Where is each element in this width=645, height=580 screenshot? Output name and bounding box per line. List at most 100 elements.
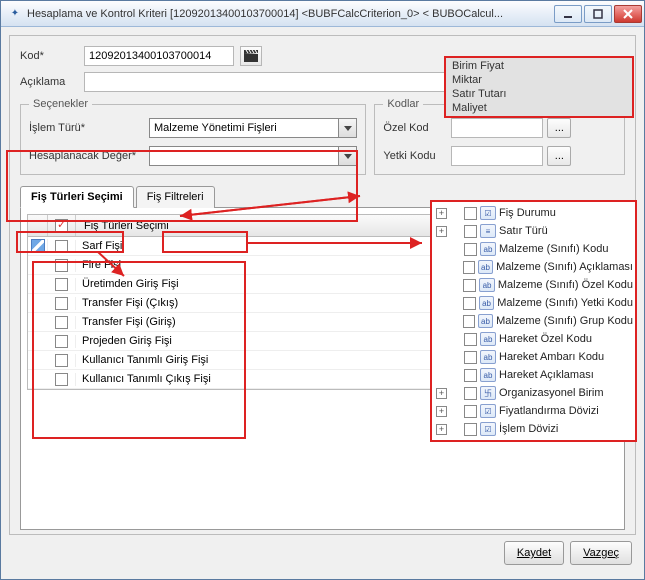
ozel-kod-label: Özel Kod — [383, 122, 451, 134]
islem-turu-input[interactable] — [149, 118, 339, 138]
tree-item[interactable]: + ☑Fiş Durumu — [434, 204, 633, 222]
expand-icon[interactable]: + — [436, 208, 447, 219]
tree-type-icon: ab — [479, 278, 495, 292]
tree-checkbox[interactable] — [464, 333, 477, 346]
tree-item[interactable]: +卐Organizasyonel Birim — [434, 384, 633, 402]
islem-turu-label: İşlem Türü* — [29, 122, 149, 134]
window-title: Hesaplama ve Kontrol Kriteri [1209201340… — [27, 8, 554, 20]
tree-checkbox[interactable] — [463, 279, 476, 292]
expand-icon[interactable]: + — [436, 388, 447, 399]
tree-label: Malzeme (Sınıfı) Açıklaması — [496, 261, 633, 273]
tree-label: İşlem Dövizi — [499, 423, 558, 435]
tree-label: Malzeme (Sınıfı) Yetki Kodu — [497, 297, 633, 309]
tree-checkbox[interactable] — [464, 351, 477, 364]
kodlar-legend: Kodlar — [383, 98, 423, 110]
kod-input[interactable] — [84, 46, 234, 66]
tree-item[interactable]: abMalzeme (Sınıfı) Kodu — [434, 240, 633, 258]
tree-item[interactable]: abMalzeme (Sınıfı) Açıklaması — [434, 258, 633, 276]
tree-item[interactable]: abHareket Ambarı Kodu — [434, 348, 633, 366]
tree-item[interactable]: abHareket Özel Kodu — [434, 330, 633, 348]
tree-type-icon: ≡ — [480, 224, 496, 238]
row-checkbox[interactable] — [55, 335, 68, 348]
tree-item[interactable]: abMalzeme (Sınıfı) Yetki Kodu — [434, 294, 633, 312]
tree-label: Organizasyonel Birim — [499, 387, 604, 399]
titlebar[interactable]: ✦ Hesaplama ve Kontrol Kriteri [12092013… — [1, 1, 644, 27]
tree-checkbox[interactable] — [464, 423, 477, 436]
dropdown-option[interactable]: Maliyet — [446, 101, 632, 115]
tab-fis-turleri[interactable]: Fiş Türleri Seçimi — [20, 186, 134, 208]
tree-checkbox[interactable] — [464, 225, 477, 238]
hesap-deger-dropdown[interactable]: Birim FiyatMiktarSatır TutarıMaliyet — [444, 56, 634, 118]
chevron-down-icon[interactable] — [339, 118, 357, 138]
tree-checkbox[interactable] — [464, 387, 477, 400]
window: ✦ Hesaplama ve Kontrol Kriteri [12092013… — [0, 0, 645, 580]
row-checkbox[interactable] — [55, 278, 68, 291]
tree-type-icon: ab — [480, 350, 496, 364]
tab-fis-filtreleri[interactable]: Fiş Filtreleri — [136, 186, 215, 208]
minimize-button[interactable] — [554, 5, 582, 23]
tree-checkbox[interactable] — [464, 369, 477, 382]
tree-item[interactable]: +☑İşlem Dövizi — [434, 420, 633, 438]
chevron-down-icon[interactable] — [339, 146, 357, 166]
islem-turu-combo[interactable] — [149, 118, 357, 138]
cancel-button[interactable]: Vazgeç — [570, 541, 632, 565]
row-checkbox[interactable] — [55, 240, 68, 253]
yetki-kodu-label: Yetki Kodu — [383, 150, 451, 162]
tree-type-icon: ab — [480, 242, 496, 256]
tree-label: Malzeme (Sınıfı) Grup Kodu — [496, 315, 633, 327]
dropdown-option[interactable]: Satır Tutarı — [446, 87, 632, 101]
row-checkbox[interactable] — [55, 354, 68, 367]
hesap-deger-label: Hesaplanacak Değer* — [29, 150, 149, 162]
row-checkbox[interactable] — [55, 259, 68, 272]
dropdown-option[interactable]: Miktar — [446, 73, 632, 87]
save-button[interactable]: Kaydet — [504, 541, 564, 565]
row-checkbox[interactable] — [55, 316, 68, 329]
row-checkbox[interactable] — [55, 297, 68, 310]
expand-icon[interactable]: + — [436, 424, 447, 435]
tree-type-icon: ☑ — [480, 206, 496, 220]
tree-label: Fiş Durumu — [499, 207, 556, 219]
kod-label: Kod* — [20, 50, 78, 62]
tree-checkbox[interactable] — [464, 207, 477, 220]
tree-checkbox[interactable] — [464, 243, 477, 256]
maximize-button[interactable] — [584, 5, 612, 23]
close-button[interactable] — [614, 5, 642, 23]
tree-label: Satır Türü — [499, 225, 548, 237]
clapper-button[interactable] — [240, 46, 262, 66]
select-all-checkbox[interactable] — [55, 219, 68, 232]
tree-item[interactable]: abMalzeme (Sınıfı) Özel Kodu — [434, 276, 633, 294]
secenekler-legend: Seçenekler — [29, 98, 92, 110]
tree-label: Fiyatlandırma Dövizi — [499, 405, 599, 417]
aciklama-label: Açıklama — [20, 76, 78, 88]
tree-item[interactable]: + ≡Satır Türü — [434, 222, 633, 240]
tree-label: Malzeme (Sınıfı) Kodu — [499, 243, 608, 255]
tree-checkbox[interactable] — [464, 405, 477, 418]
yetki-kodu-input[interactable] — [451, 146, 543, 166]
row-checkbox[interactable] — [55, 373, 68, 386]
expand-icon[interactable]: + — [436, 226, 447, 237]
tree-type-icon: ab — [480, 368, 496, 382]
tree-type-icon: ab — [479, 296, 494, 310]
dropdown-option[interactable]: Birim Fiyat — [446, 59, 632, 73]
hesap-deger-input[interactable] — [149, 146, 339, 166]
tree-item[interactable]: abHareket Açıklaması — [434, 366, 633, 384]
ozel-kod-browse-button[interactable]: ... — [547, 118, 571, 138]
tree-label: Hareket Özel Kodu — [499, 333, 592, 345]
tree-label: Hareket Ambarı Kodu — [499, 351, 604, 363]
ozel-kod-input[interactable] — [451, 118, 543, 138]
row-indicator-icon — [31, 239, 45, 253]
yetki-kodu-browse-button[interactable]: ... — [547, 146, 571, 166]
app-icon: ✦ — [7, 6, 23, 22]
tree-checkbox[interactable] — [463, 261, 475, 274]
filter-tree[interactable]: +☑Fiş Durumu+≡Satır TürüabMalzeme (Sınıf… — [430, 200, 637, 442]
tree-type-icon: ☑ — [480, 404, 496, 418]
expand-icon[interactable]: + — [436, 406, 447, 417]
tree-item[interactable]: abMalzeme (Sınıfı) Grup Kodu — [434, 312, 633, 330]
tree-checkbox[interactable] — [463, 315, 475, 328]
tree-type-icon: ab — [478, 314, 493, 328]
tree-item[interactable]: + ☑Fiyatlandırma Dövizi — [434, 402, 633, 420]
tree-checkbox[interactable] — [463, 297, 476, 310]
tree-type-icon: ab — [478, 260, 493, 274]
tree-type-icon: ab — [480, 332, 496, 346]
hesap-deger-combo[interactable] — [149, 146, 357, 166]
